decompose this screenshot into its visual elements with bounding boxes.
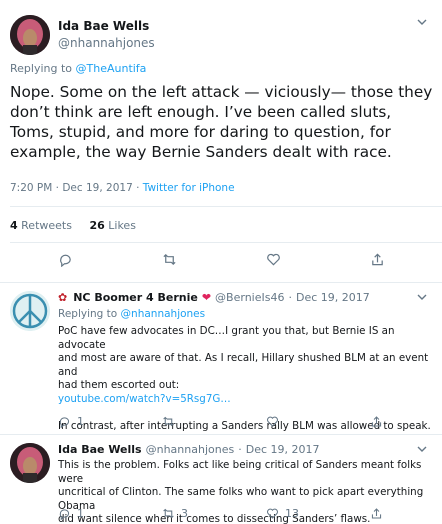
share-icon[interactable] <box>370 252 385 267</box>
tweet-time[interactable]: 7:20 PM <box>10 182 52 194</box>
separator: · <box>238 443 242 456</box>
retweet-icon[interactable] <box>162 252 177 267</box>
tweet-date[interactable]: Dec 19, 2017 <box>246 443 320 456</box>
tweet-date[interactable]: Dec 19, 2017 <box>296 291 370 304</box>
replying-prefix: Replying to <box>10 62 73 75</box>
likes-label: Likes <box>108 219 136 232</box>
avatar[interactable] <box>10 443 50 483</box>
tweet-actions: 1 <box>58 415 438 431</box>
reply-count: 1 <box>77 507 84 520</box>
tweet-actions: 1 3 13 <box>58 507 438 523</box>
replying-to: Replying to @TheAuntifa <box>10 62 146 75</box>
replying-to-link[interactable]: @TheAuntifa <box>76 62 147 75</box>
reply-header: Ida Bae Wells @nhannahjones · Dec 19, 20… <box>58 443 320 456</box>
retweet-icon[interactable]: 3 <box>162 507 188 520</box>
replying-to-link[interactable]: @nhannahjones <box>121 308 206 320</box>
author-handle[interactable]: @BernieIs46 <box>215 291 284 304</box>
avatar[interactable] <box>10 291 50 331</box>
retweets-label: Retweets <box>21 219 72 232</box>
like-icon[interactable]: 13 <box>266 507 299 520</box>
separator: · <box>288 291 292 304</box>
avatar[interactable] <box>10 15 50 55</box>
caret-down-icon[interactable] <box>416 291 428 303</box>
separator: · <box>55 182 59 194</box>
like-icon[interactable] <box>266 252 281 267</box>
separator: · <box>136 182 140 194</box>
likes-stat[interactable]: 26 Likes <box>89 219 135 232</box>
tweet-text-line: This is the problem. Folks act like bein… <box>58 459 422 485</box>
author-name[interactable]: Ida Bae Wells <box>58 443 142 456</box>
reply-icon[interactable] <box>58 252 73 267</box>
like-icon[interactable] <box>266 415 285 428</box>
caret-down-icon[interactable] <box>416 443 428 455</box>
retweets-count: 4 <box>10 219 18 232</box>
reply-header: ✿ NC Boomer 4 Bernie ❤ @BernieIs46 · Dec… <box>58 291 370 304</box>
main-tweet: Ida Bae Wells @nhannahjones Replying to … <box>0 0 442 282</box>
divider <box>10 206 442 207</box>
reply-tweet[interactable]: ✿ NC Boomer 4 Bernie ❤ @BernieIs46 · Dec… <box>0 282 442 434</box>
rose-icon: ✿ <box>58 291 68 304</box>
retweet-icon[interactable] <box>162 415 181 428</box>
author-handle[interactable]: @nhannahjones <box>146 443 235 456</box>
reply-count: 1 <box>77 415 84 428</box>
reply-icon[interactable]: 1 <box>58 415 84 428</box>
author-handle[interactable]: @nhannahjones <box>58 36 155 50</box>
tweet-text-line: PoC have few advocates in DC…I grant you… <box>58 325 395 351</box>
share-icon[interactable] <box>370 507 383 520</box>
tweet-text-line: and most are aware of that. As I recall,… <box>58 352 429 378</box>
tweet-text-line: had them escorted out: <box>58 379 180 391</box>
author-name[interactable]: NC Boomer 4 Bernie <box>73 291 198 304</box>
replying-prefix: Replying to <box>58 308 118 320</box>
tweet-date[interactable]: Dec 19, 2017 <box>62 182 132 194</box>
retweets-stat[interactable]: 4 Retweets <box>10 219 72 232</box>
divider <box>10 242 442 243</box>
tweet-stats: 4 Retweets 26 Likes <box>10 219 136 232</box>
tweet-text: Nope. Some on the left attack — viciousl… <box>10 83 433 161</box>
caret-down-icon[interactable] <box>416 16 428 28</box>
reply-icon[interactable]: 1 <box>58 507 84 520</box>
replying-to: Replying to @nhannahjones <box>58 308 205 320</box>
reply-tweet[interactable]: Ida Bae Wells @nhannahjones · Dec 19, 20… <box>0 434 442 524</box>
share-icon[interactable] <box>370 415 383 428</box>
heart-emoji-icon: ❤ <box>201 291 212 304</box>
tweet-meta: 7:20 PM · Dec 19, 2017 · Twitter for iPh… <box>10 182 235 194</box>
tweet-actions <box>0 252 442 274</box>
tweet-link[interactable]: youtube.com/watch?v=5Rsg7G… <box>58 393 433 407</box>
retweet-count: 3 <box>181 507 188 520</box>
author-name[interactable]: Ida Bae Wells <box>58 19 149 33</box>
like-count: 13 <box>285 507 299 520</box>
tweet-source[interactable]: Twitter for iPhone <box>143 182 235 194</box>
likes-count: 26 <box>89 219 105 232</box>
